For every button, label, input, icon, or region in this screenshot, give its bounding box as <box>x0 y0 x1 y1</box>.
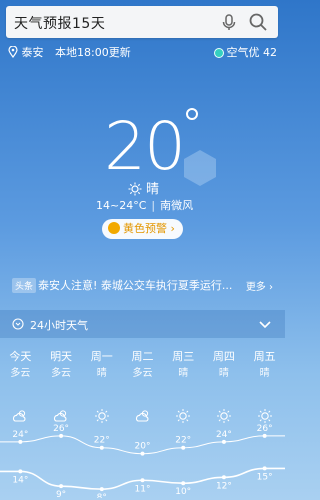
low-temp-point <box>59 484 64 489</box>
high-temp-label: 24° <box>216 430 232 440</box>
low-temp-label: 14° <box>12 475 28 485</box>
low-temp-point <box>221 475 226 480</box>
low-temp-label: 8° <box>97 493 107 498</box>
news-ticker[interactable]: 头条 泰安人注意! 泰城公交车执行夏季运行... 更多 › <box>0 274 285 296</box>
low-temp-point <box>140 478 145 483</box>
low-temp-label: 12° <box>216 481 232 491</box>
high-temp-label: 26° <box>257 424 273 434</box>
sun-icon <box>128 182 142 196</box>
bell-icon <box>108 222 120 234</box>
high-temp-label: 22° <box>175 436 191 446</box>
city-name: 泰安 <box>21 46 44 59</box>
search-input[interactable]: 天气预报15天 <box>14 13 105 33</box>
daily-forecast: 今天多云明天多云周一晴周二多云周三晴周四晴周五晴24°14°26°9°22°8°… <box>0 348 285 498</box>
high-temp-point <box>59 433 64 438</box>
air-quality-dot <box>213 48 224 58</box>
hourly-weather-header[interactable]: 24小时天气 <box>0 310 285 338</box>
low-temp-label: 11° <box>135 484 151 494</box>
news-headline[interactable]: 泰安人注意! 泰城公交车执行夏季运行... <box>38 277 238 293</box>
search-icon[interactable] <box>248 12 268 32</box>
search-bar[interactable]: 天气预报15天 <box>6 6 278 38</box>
high-temp-point <box>262 433 267 438</box>
alert-label: 黄色预警 <box>123 222 167 235</box>
clock-icon <box>12 318 24 330</box>
current-condition: 晴 <box>128 178 159 197</box>
temperature-curve-chart: 24° 14° 26° 9° 22° 8° 20° 11° 22° 10° 24° 12° 26° 15° <box>0 424 285 498</box>
update-time: 本地18:00更新 <box>55 46 131 59</box>
low-temp-label: 10° <box>175 487 191 497</box>
low-temp-point <box>262 466 267 471</box>
high-temp-point <box>221 439 226 444</box>
low-temp-label: 9° <box>56 490 66 498</box>
low-temp-point <box>18 469 23 474</box>
news-more-link[interactable]: 更多 › <box>246 278 273 293</box>
high-temp-label: 24° <box>12 430 28 440</box>
high-temp-label: 20° <box>135 442 151 452</box>
low-temp-point <box>99 487 104 492</box>
weather-alert-button[interactable]: 黄色预警 › <box>102 219 183 239</box>
temp-range-row: 14~24°C | 南微风 <box>96 199 194 212</box>
location-pin-icon <box>8 45 18 59</box>
high-temp-label: 22° <box>94 436 110 446</box>
high-temp-point <box>18 439 23 444</box>
air-quality-label: 空气优 42 <box>226 46 278 59</box>
location-row[interactable]: 泰安 本地18:00更新 <box>8 44 131 60</box>
high-temp-label: 26° <box>53 424 69 434</box>
high-temp-point <box>99 445 104 450</box>
wind: 南微风 <box>160 199 194 212</box>
degree-symbol <box>186 108 198 120</box>
news-tag: 头条 <box>12 278 37 293</box>
low-temp-point <box>181 481 186 486</box>
temp-range: 14~24°C <box>96 199 147 212</box>
low-temp-label: 15° <box>257 472 273 482</box>
condition-text: 晴 <box>146 182 160 197</box>
high-temp-point <box>181 445 186 450</box>
current-temperature: 20 <box>104 108 186 185</box>
chevron-down-icon[interactable] <box>259 318 271 330</box>
microphone-icon[interactable] <box>220 13 238 31</box>
hourly-label: 24小时天气 <box>30 319 88 332</box>
air-quality[interactable]: 空气优 42 <box>213 44 278 60</box>
cloud-decoration <box>184 150 216 186</box>
high-temp-point <box>140 451 145 456</box>
